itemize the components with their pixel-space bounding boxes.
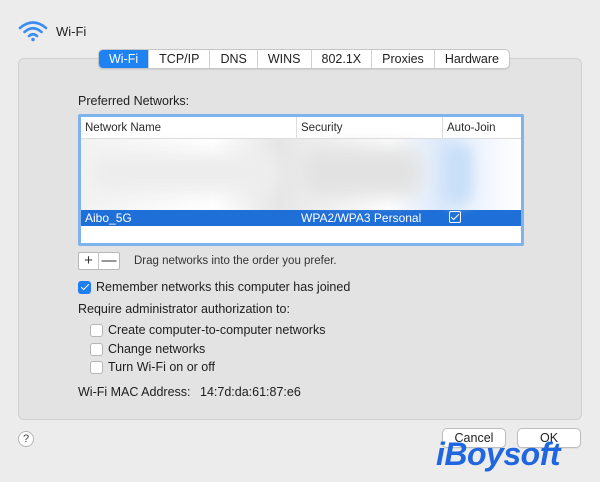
- iboysoft-watermark: iBoysoft: [436, 436, 561, 472]
- drag-hint-text: Drag networks into the order you prefer.: [134, 255, 337, 267]
- wifi-icon: [18, 21, 48, 42]
- change-networks-checkbox[interactable]: [90, 342, 103, 356]
- table-row-selected[interactable]: Aibo_5G WPA2/WPA3 Personal: [81, 210, 521, 226]
- table-row-empty: [81, 226, 521, 243]
- tab-tcpip[interactable]: TCP/IP: [149, 50, 211, 68]
- window-title: Wi-Fi: [56, 23, 87, 39]
- create-networks-option[interactable]: Create computer-to-computer networks: [90, 323, 325, 337]
- tab-bar: Wi-Fi TCP/IP DNS WINS 802.1X Proxies Har…: [98, 49, 510, 69]
- auto-join-cell: [443, 210, 521, 226]
- mac-address-row: Wi-Fi MAC Address: 14:7d:da:61:87:e6: [78, 385, 301, 399]
- add-network-button[interactable]: +: [79, 253, 99, 269]
- tab-proxies[interactable]: Proxies: [372, 50, 435, 68]
- turn-wifi-checkbox[interactable]: [90, 360, 103, 374]
- turn-wifi-label: Turn Wi-Fi on or off: [108, 360, 215, 374]
- preferred-networks-label: Preferred Networks:: [78, 94, 190, 108]
- preferred-networks-table[interactable]: Network Name Security Auto-Join Aibo_5G …: [78, 114, 524, 246]
- mac-address-label: Wi-Fi MAC Address:: [78, 385, 191, 399]
- blurred-network-rows: [81, 139, 521, 210]
- change-networks-label: Change networks: [108, 342, 206, 356]
- auto-join-checkbox[interactable]: [449, 210, 461, 223]
- tab-dns[interactable]: DNS: [210, 50, 258, 68]
- network-name-cell: Aibo_5G: [85, 211, 132, 225]
- list-add-remove-controls: + —: [78, 252, 120, 270]
- help-button[interactable]: ?: [18, 431, 34, 447]
- column-security[interactable]: Security: [297, 117, 443, 138]
- create-networks-checkbox[interactable]: [90, 323, 103, 337]
- remember-networks-label: Remember networks this computer has join…: [96, 280, 351, 294]
- turn-wifi-option[interactable]: Turn Wi-Fi on or off: [90, 360, 215, 374]
- remember-networks-option[interactable]: Remember networks this computer has join…: [78, 280, 350, 294]
- column-auto-join[interactable]: Auto-Join: [443, 117, 521, 138]
- create-networks-label: Create computer-to-computer networks: [108, 323, 326, 337]
- remove-network-button[interactable]: —: [99, 253, 119, 269]
- tab-hardware[interactable]: Hardware: [435, 50, 509, 68]
- tab-wifi[interactable]: Wi-Fi: [99, 50, 150, 68]
- require-admin-label: Require administrator authorization to:: [78, 302, 290, 316]
- table-header: Network Name Security Auto-Join: [81, 117, 521, 139]
- mac-address-value: 14:7d:da:61:87:e6: [200, 385, 301, 399]
- remember-networks-checkbox[interactable]: [78, 280, 91, 294]
- require-admin-text: Require administrator authorization to:: [78, 302, 290, 316]
- change-networks-option[interactable]: Change networks: [90, 342, 205, 356]
- tab-wins[interactable]: WINS: [258, 50, 312, 68]
- security-cell: WPA2/WPA3 Personal: [301, 211, 422, 225]
- header: Wi-Fi: [18, 18, 86, 44]
- column-network-name[interactable]: Network Name: [81, 117, 297, 138]
- tab-8021x[interactable]: 802.1X: [312, 50, 373, 68]
